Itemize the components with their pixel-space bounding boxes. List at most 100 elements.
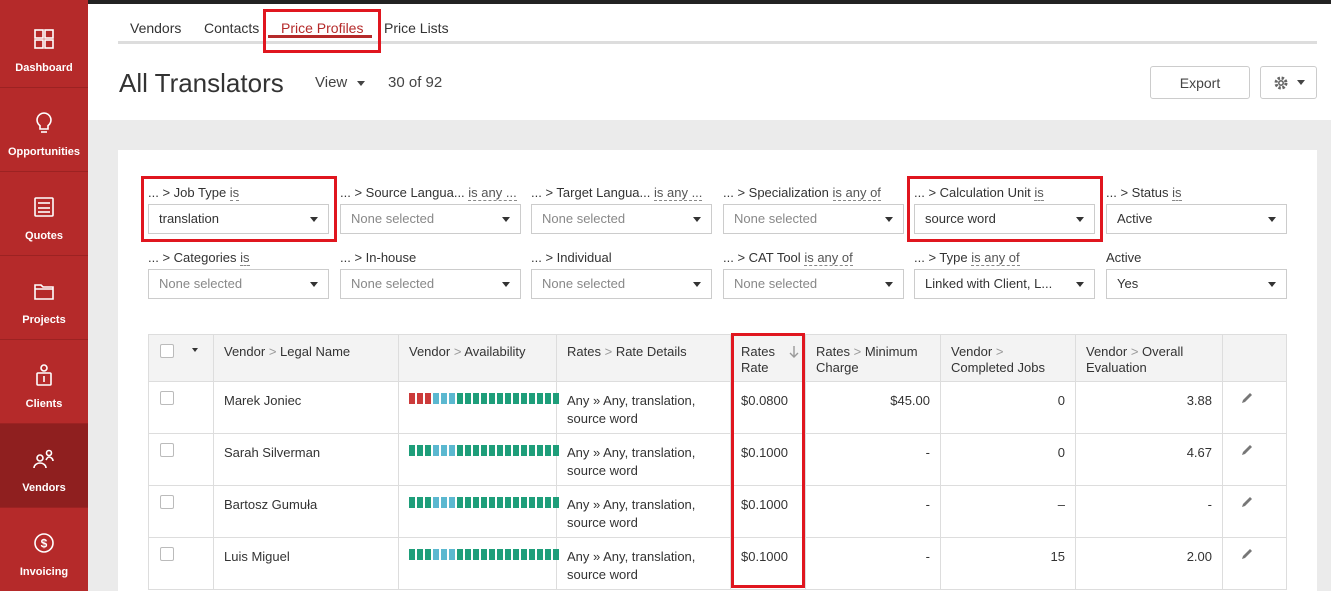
filter-select-status[interactable]: Active <box>1106 204 1287 234</box>
table-row[interactable]: Sarah Silverman Any » Any, translation, s… <box>148 434 1287 486</box>
select-all-checkbox[interactable] <box>160 344 174 358</box>
filter-select-cat-tool[interactable]: None selected <box>723 269 904 299</box>
table-row[interactable]: Marek Joniec Any » Any, translation, sour… <box>148 382 1287 434</box>
sidebar-item-vendors[interactable]: Vendors <box>0 424 88 508</box>
row-checkbox[interactable] <box>160 391 174 405</box>
availability-segment <box>449 445 455 456</box>
filter-select-target-language[interactable]: None selected <box>531 204 712 234</box>
row-select-cell <box>149 382 214 433</box>
cell-rate-details: Any » Any, translation, source word <box>557 434 731 485</box>
column-header-availability[interactable]: Vendor > Availability <box>399 335 557 383</box>
availability-segment <box>457 445 463 456</box>
cell-rate-details: Any » Any, translation, source word <box>557 538 731 589</box>
settings-button[interactable] <box>1260 66 1317 99</box>
filter-select-individual[interactable]: None selected <box>531 269 712 299</box>
column-header-overall-evaluation[interactable]: Vendor > Overall Evaluation <box>1076 335 1223 383</box>
table-row[interactable]: Luis Miguel Any » Any, translation, sourc… <box>148 538 1287 590</box>
filter-select-source-language[interactable]: None selected <box>340 204 521 234</box>
cell-minimum-charge: - <box>806 486 941 537</box>
availability-segment <box>441 497 447 508</box>
edit-pencil-icon[interactable] <box>1240 547 1254 561</box>
cell-minimum-charge: $45.00 <box>806 382 941 433</box>
filter-select-categories[interactable]: None selected <box>148 269 329 299</box>
sidebar-item-dashboard[interactable]: Dashboard <box>0 4 88 88</box>
bulk-actions-caret-icon[interactable] <box>192 348 198 352</box>
filter-label-in-house: ... > In-house <box>340 250 417 265</box>
caret-down-icon <box>885 282 893 287</box>
cell-rate: $0.0800 <box>731 382 806 433</box>
sidebar-item-label: Vendors <box>22 482 66 494</box>
table-row[interactable]: Bartosz Gumuła Any » Any, translation, so… <box>148 486 1287 538</box>
availability-segment <box>449 549 455 560</box>
vendor-name[interactable]: Bartosz Gumuła <box>224 497 317 512</box>
availability-segment <box>481 393 487 404</box>
cell-completed-jobs: 15 <box>941 538 1076 589</box>
edit-pencil-icon[interactable] <box>1240 495 1254 509</box>
tab-price-profiles[interactable]: Price Profiles <box>281 20 363 36</box>
availability-segment <box>505 497 511 508</box>
column-header-rate-details[interactable]: Rates > Rate Details <box>557 335 731 383</box>
cell-completed-jobs: 0 <box>941 382 1076 433</box>
filter-select-specialization[interactable]: None selected <box>723 204 904 234</box>
sidebar-item-opportunities[interactable]: Opportunities <box>0 88 88 172</box>
filter-select-in-house[interactable]: None selected <box>340 269 521 299</box>
vendor-name[interactable]: Luis Miguel <box>224 549 290 564</box>
select-all-header <box>149 335 214 383</box>
availability-segment <box>417 445 423 456</box>
vendor-name[interactable]: Marek Joniec <box>224 393 301 408</box>
availability-bar <box>409 497 559 508</box>
availability-segment <box>417 497 423 508</box>
column-header-minimum-charge[interactable]: Rates > Minimum Charge <box>806 335 941 383</box>
vendor-name[interactable]: Sarah Silverman <box>224 445 320 460</box>
filter-select-type[interactable]: Linked with Client, L... <box>914 269 1095 299</box>
availability-segment <box>513 393 519 404</box>
view-dropdown[interactable]: View <box>315 74 366 91</box>
sidebar-item-projects[interactable]: Projects <box>0 256 88 340</box>
cell-availability <box>399 434 559 485</box>
gear-icon <box>1274 76 1287 89</box>
active-tab-indicator <box>268 35 372 38</box>
export-button[interactable]: Export <box>1150 66 1250 99</box>
sidebar-item-label: Opportunities <box>7 146 81 158</box>
availability-segment <box>465 393 471 404</box>
filter-select-job-type[interactable]: translation <box>148 204 329 234</box>
edit-pencil-icon[interactable] <box>1240 443 1254 457</box>
availability-segment <box>433 393 439 404</box>
actions-header <box>1223 335 1287 383</box>
cell-minimum-charge: - <box>806 538 941 589</box>
column-header-rate[interactable]: Rates Rate <box>731 335 806 383</box>
cell-legal-name[interactable]: Luis Miguel <box>214 538 399 589</box>
column-header-completed-jobs[interactable]: Vendor > Completed Jobs <box>941 335 1076 383</box>
availability-segment <box>481 497 487 508</box>
filter-select-active[interactable]: Yes <box>1106 269 1287 299</box>
cell-actions <box>1223 382 1287 433</box>
sidebar-item-invoicing[interactable]: $ Invoicing <box>0 508 88 591</box>
availability-segment <box>489 497 495 508</box>
row-checkbox[interactable] <box>160 547 174 561</box>
filter-label-specialization: ... > Specialization is any of <box>723 185 881 201</box>
cell-legal-name[interactable]: Bartosz Gumuła <box>214 486 399 537</box>
row-checkbox[interactable] <box>160 443 174 457</box>
tab-contacts[interactable]: Contacts <box>204 20 259 36</box>
availability-segment <box>425 445 431 456</box>
sidebar-item-clients[interactable]: Clients <box>0 340 88 424</box>
tab-price-lists[interactable]: Price Lists <box>384 20 449 36</box>
cell-legal-name[interactable]: Sarah Silverman <box>214 434 399 485</box>
cell-rate: $0.1000 <box>731 486 806 537</box>
availability-segment <box>417 549 423 560</box>
availability-bar <box>409 393 559 404</box>
column-header-legal-name[interactable]: Vendor > Legal Name <box>214 335 399 383</box>
caret-down-icon <box>1296 80 1305 85</box>
availability-segment <box>473 549 479 560</box>
edit-pencil-icon[interactable] <box>1240 391 1254 405</box>
cell-legal-name[interactable]: Marek Joniec <box>214 382 399 433</box>
row-checkbox[interactable] <box>160 495 174 509</box>
view-label: View <box>315 74 348 91</box>
sidebar-item-label: Quotes <box>25 230 63 242</box>
availability-segment <box>481 549 487 560</box>
availability-segment <box>489 549 495 560</box>
filter-select-calculation-unit[interactable]: source word <box>914 204 1095 234</box>
cell-overall-evaluation: 4.67 <box>1076 434 1223 485</box>
tab-vendors[interactable]: Vendors <box>130 20 181 36</box>
sidebar-item-quotes[interactable]: Quotes <box>0 172 88 256</box>
